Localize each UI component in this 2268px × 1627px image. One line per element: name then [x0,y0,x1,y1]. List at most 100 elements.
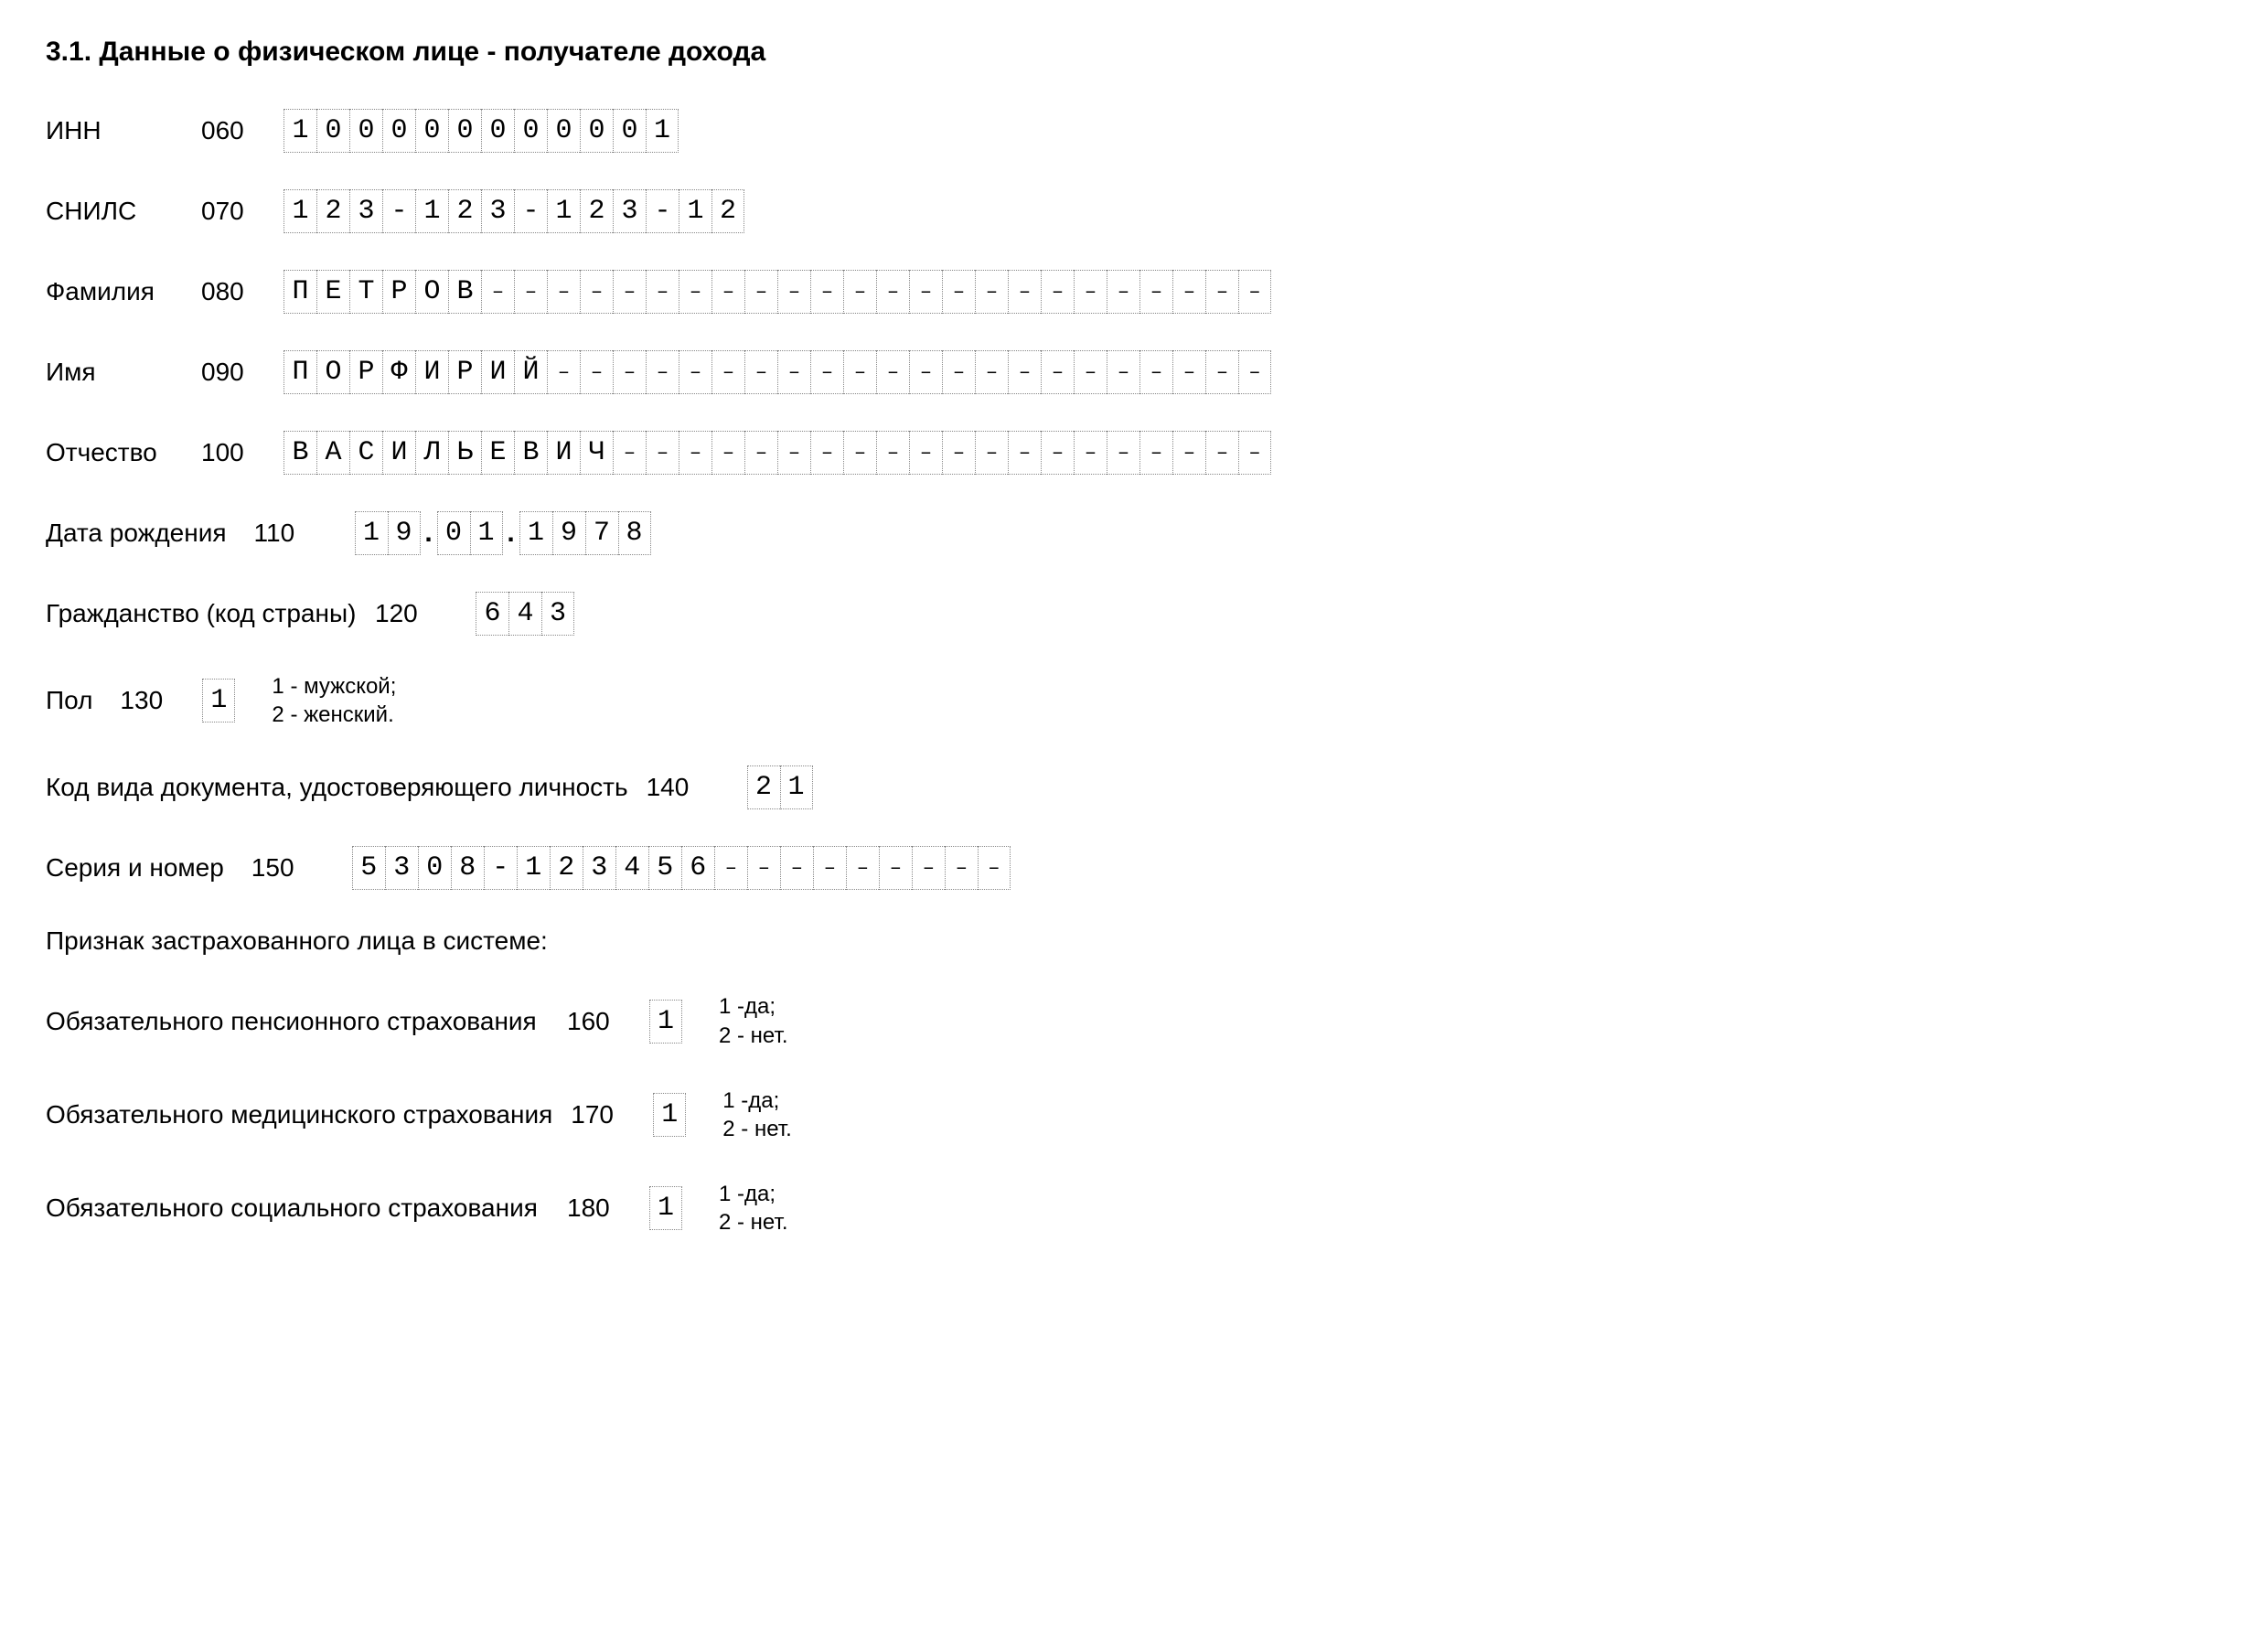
cell: – [1041,431,1074,475]
cell: – [813,846,846,890]
cell: 1 [470,511,503,555]
cell: Й [514,350,547,394]
cell: – [613,350,646,394]
row-surname: Фамилия 080 ПЕТРОВ––––––––––––––––––––––… [46,270,2222,314]
label-birthdate: Дата рождения [46,519,227,548]
note-social-1: 1 -да; [719,1180,787,1208]
cells-docnum: 5308-123456––––––––– [352,846,1011,890]
cell: П [284,270,316,314]
cell: И [481,350,514,394]
note-medical: 1 -да; 2 - нет. [722,1086,791,1143]
cell: – [978,846,1011,890]
label-surname: Фамилия [46,277,183,306]
code-surname: 080 [201,277,251,306]
cell: – [912,846,945,890]
cell: 0 [547,109,580,153]
label-doctype: Код вида документа, удостоверяющего личн… [46,773,628,802]
code-inn: 060 [201,116,251,145]
cell: – [613,270,646,314]
label-medical: Обязательного медицинского страхования [46,1100,552,1129]
cell: 0 [613,109,646,153]
cell: 2 [747,765,780,809]
cell: – [1107,270,1139,314]
cells-gender: 1 [202,679,235,723]
cell: 1 [653,1093,686,1137]
note-medical-2: 2 - нет. [722,1115,791,1143]
cell: 5 [648,846,681,890]
cell: – [646,350,679,394]
cell: 3 [541,592,574,636]
cells-surname: ПЕТРОВ–––––––––––––––––––––––– [284,270,1271,314]
cell: 0 [349,109,382,153]
cell: – [714,846,747,890]
cell: 4 [615,846,648,890]
cell: А [316,431,349,475]
cell: – [777,431,810,475]
note-medical-1: 1 -да; [722,1086,791,1115]
note-social: 1 -да; 2 - нет. [719,1180,787,1236]
row-patronymic: Отчество 100 ВАСИЛЬЕВИЧ–––––––––––––––––… [46,431,2222,475]
cell: В [284,431,316,475]
sep-dot-1: . [421,518,437,549]
cell: 9 [552,511,585,555]
cell: Ч [580,431,613,475]
cell: – [711,431,744,475]
cells-inn: 100000000001 [284,109,679,153]
cell: 1 [519,511,552,555]
cells-doctype: 21 [747,765,813,809]
note-social-2: 2 - нет. [719,1208,787,1236]
cell: В [448,270,481,314]
cell: 3 [349,189,382,233]
cell: 0 [448,109,481,153]
cell: 0 [580,109,613,153]
cell: – [780,846,813,890]
cell: - [484,846,517,890]
cell: 4 [508,592,541,636]
cell: 2 [550,846,583,890]
cell: 8 [618,511,651,555]
cell: – [945,846,978,890]
cell: 0 [481,109,514,153]
cell: – [909,350,942,394]
cells-snils: 123-123-123-12 [284,189,744,233]
code-pension: 160 [567,1007,617,1036]
cell: – [580,350,613,394]
cell: – [843,350,876,394]
row-pension: Обязательного пенсионного страхования 16… [46,992,2222,1049]
cell: – [777,270,810,314]
cell: В [514,431,547,475]
code-snils: 070 [201,197,251,226]
cell: – [1238,270,1271,314]
cell: – [942,431,975,475]
cell: – [876,431,909,475]
cell: – [879,846,912,890]
label-social: Обязательного социального страхования [46,1193,549,1223]
cell: 0 [415,109,448,153]
label-gender: Пол [46,686,92,715]
cell: 1 [679,189,711,233]
cell: – [1172,350,1205,394]
cell: 1 [780,765,813,809]
cell: 1 [202,679,235,723]
cell: – [777,350,810,394]
cell: П [284,350,316,394]
cell: – [942,350,975,394]
note-gender-1: 1 - мужской; [272,672,396,701]
cell: 1 [284,109,316,153]
code-citizenship: 120 [375,599,425,628]
cell: – [747,846,780,890]
cell: – [1205,350,1238,394]
code-firstname: 090 [201,358,251,387]
cell: – [843,270,876,314]
cell: – [547,350,580,394]
cell: – [481,270,514,314]
code-docnum: 150 [251,853,302,883]
cell: – [679,431,711,475]
row-gender: Пол 130 1 1 - мужской; 2 - женский. [46,672,2222,729]
cell: 1 [646,109,679,153]
cell: – [514,270,547,314]
row-birthdate: Дата рождения 110 19 . 01 . 1978 [46,511,2222,555]
cell: 3 [385,846,418,890]
cell: - [646,189,679,233]
cell: Ф [382,350,415,394]
